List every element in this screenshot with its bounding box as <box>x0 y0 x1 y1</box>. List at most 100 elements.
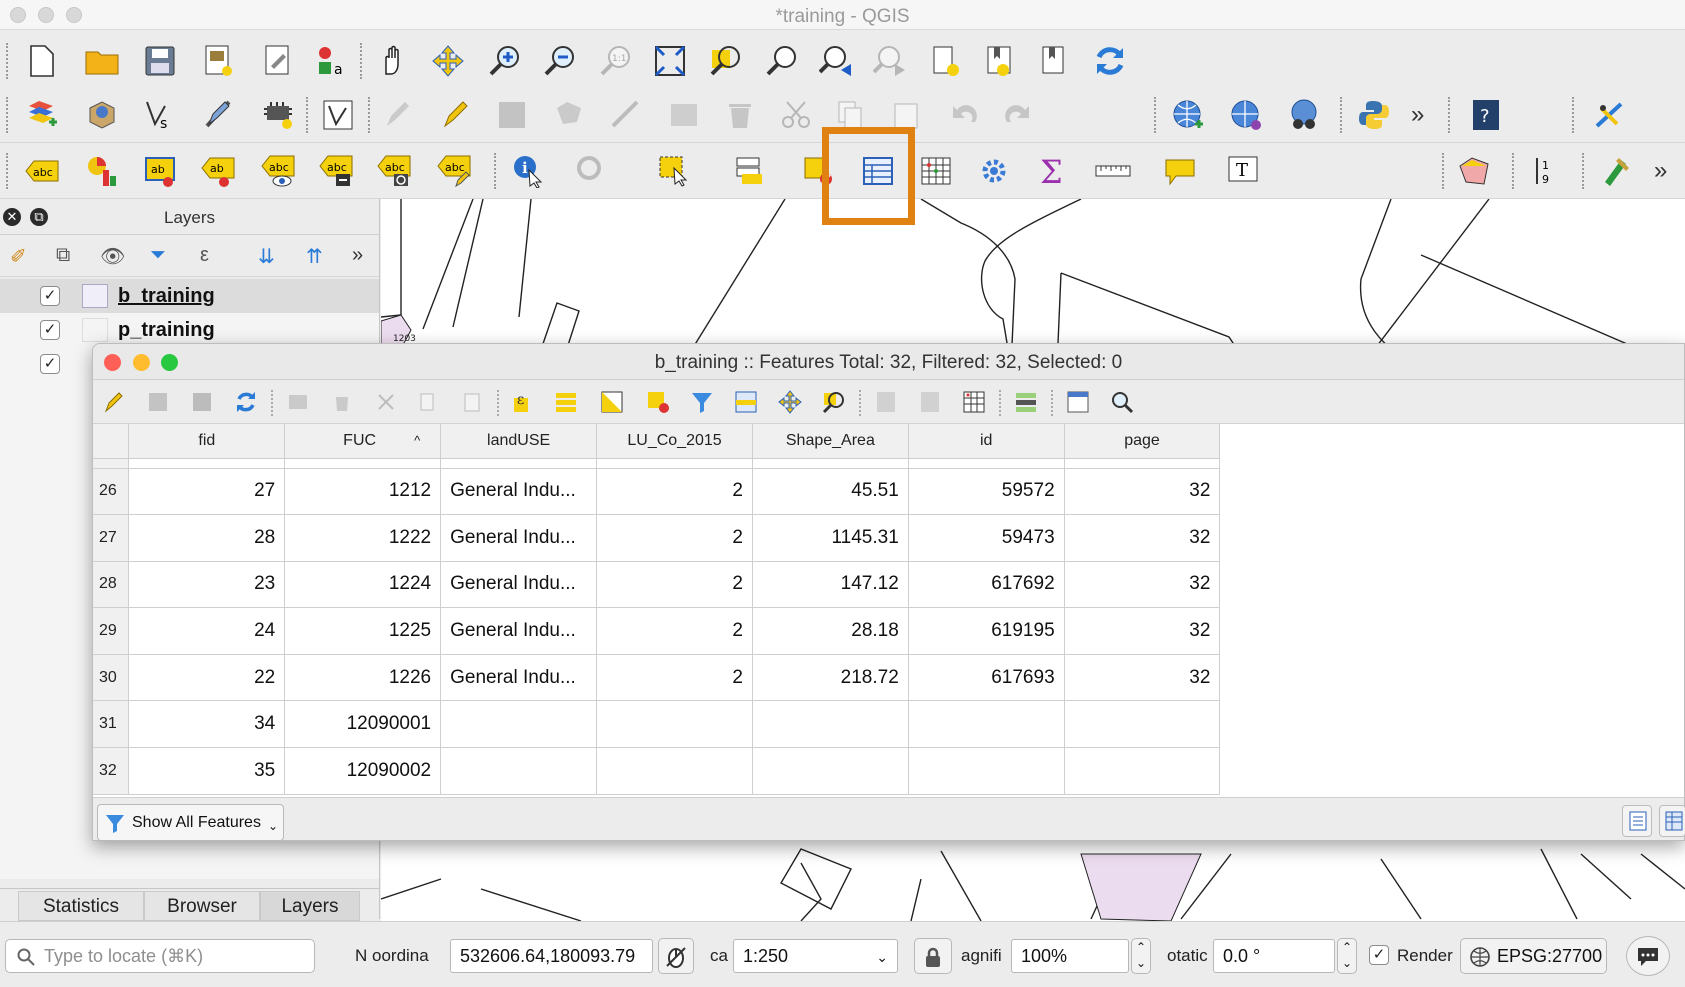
tab-browser[interactable]: Browser <box>144 891 260 921</box>
change-label-icon[interactable]: abc <box>434 151 474 191</box>
save-edits-icon[interactable] <box>189 389 215 415</box>
cell-landuse[interactable] <box>440 747 598 795</box>
table-row[interactable]: 31 34 12090001 <box>93 700 1684 749</box>
spatial-bookmark-icon[interactable] <box>1034 41 1074 81</box>
measure-line-icon[interactable] <box>1094 151 1134 191</box>
rotate-label-icon[interactable]: abc <box>374 151 414 191</box>
new-project-icon[interactable] <box>22 41 62 81</box>
cell-lu-co-2015[interactable]: 2 <box>596 468 753 516</box>
delete-selected-icon[interactable] <box>720 95 760 135</box>
digitize-icon[interactable] <box>318 95 358 135</box>
column-header-shape-area[interactable]: Shape_Area <box>752 424 909 459</box>
statistical-summary-icon[interactable] <box>916 151 956 191</box>
cell-id[interactable]: 617692 <box>908 561 1065 609</box>
invert-selection-icon[interactable] <box>599 389 625 415</box>
cell-lu-co-2015[interactable] <box>596 747 753 795</box>
cell-shape-area[interactable]: 45.51 <box>752 468 909 516</box>
new-bookmark-icon[interactable] <box>926 41 966 81</box>
text-annotation-icon[interactable]: T <box>1226 151 1266 191</box>
cell-id[interactable]: 619195 <box>908 607 1065 655</box>
open-project-icon[interactable] <box>82 41 122 81</box>
form-view-button[interactable] <box>1622 805 1652 837</box>
cell-shape-area[interactable]: 147.12 <box>752 561 909 609</box>
pan-map-icon[interactable] <box>372 41 412 81</box>
toggle-extents-button[interactable] <box>658 938 694 974</box>
style-manager-icon[interactable]: a <box>312 41 352 81</box>
manage-visibility-icon[interactable]: 👁 <box>100 244 125 269</box>
deselect-all-icon[interactable] <box>645 389 671 415</box>
scale-combo[interactable]: 1:250 ⌄ <box>733 939 898 973</box>
select-by-expression-icon[interactable]: ε <box>511 389 537 415</box>
cell-id[interactable] <box>908 747 1065 795</box>
cut-icon[interactable] <box>373 389 399 415</box>
cell-page[interactable]: 32 <box>1064 607 1221 655</box>
cell-page[interactable] <box>1064 700 1221 749</box>
undo-icon[interactable] <box>944 95 984 135</box>
row-header[interactable]: 31 <box>93 700 130 749</box>
delete-field-icon[interactable] <box>917 389 943 415</box>
cell-landuse[interactable]: General Indu... <box>440 561 598 609</box>
cell-fid[interactable]: 34 <box>128 700 286 749</box>
zoom-to-selected-icon[interactable] <box>821 389 847 415</box>
row-header[interactable] <box>93 458 130 469</box>
table-cell[interactable] <box>128 458 286 469</box>
filter-icon[interactable] <box>689 389 715 415</box>
multi-edit-icon[interactable] <box>145 389 171 415</box>
table-row[interactable]: 27 28 1222 General Indu... 2 1145.31 594… <box>93 514 1684 562</box>
column-header-fid[interactable]: fid <box>128 424 286 459</box>
cell-fid[interactable]: 23 <box>128 561 286 609</box>
rotation-field[interactable]: 0.0 ° <box>1213 939 1335 973</box>
zoom-full-icon[interactable] <box>650 41 690 81</box>
cell-fuc[interactable]: 12090001 <box>284 700 442 749</box>
cell-fuc[interactable]: 1224 <box>284 561 442 609</box>
cut-features-icon[interactable] <box>776 95 816 135</box>
layer-diagram-icon[interactable] <box>82 151 122 191</box>
show-statistical-summary-icon[interactable]: Σ <box>1032 151 1072 191</box>
filter-legend-icon[interactable]: ⏷ <box>150 244 166 267</box>
save-layer-edits-icon[interactable] <box>492 95 532 135</box>
cell-shape-area[interactable] <box>752 700 909 749</box>
cell-landuse[interactable]: General Indu... <box>440 468 598 516</box>
pin-labels-icon[interactable]: ab <box>198 151 238 191</box>
cell-landuse[interactable]: General Indu... <box>440 654 598 702</box>
data-source-manager-icon[interactable] <box>22 95 62 135</box>
column-header-id[interactable]: id <box>908 424 1065 459</box>
table-cell[interactable] <box>1064 458 1221 469</box>
cell-lu-co-2015[interactable] <box>596 700 753 749</box>
table-cell[interactable] <box>908 458 1065 469</box>
show-all-features-dropdown[interactable]: Show All Features ⌄ <box>97 804 284 841</box>
dock-window-icon[interactable] <box>1109 389 1135 415</box>
cell-page[interactable] <box>1064 747 1221 795</box>
magnifier-field[interactable]: 100% <box>1011 939 1129 973</box>
column-header-lu-co-2015[interactable]: LU_Co_2015 <box>596 424 753 459</box>
show-hide-labels-icon[interactable]: abc <box>258 151 298 191</box>
toolbar-handle[interactable] <box>6 152 10 189</box>
table-row[interactable]: 26 27 1212 General Indu... 2 45.51 59572… <box>93 468 1684 516</box>
table-row[interactable]: 29 24 1225 General Indu... 2 28.18 61919… <box>93 607 1684 655</box>
add-feature-icon[interactable] <box>285 389 311 415</box>
new-shapefile-icon[interactable]: s <box>140 95 180 135</box>
map-tips-icon[interactable] <box>1160 151 1200 191</box>
quickmapservices-icon[interactable] <box>1284 95 1324 135</box>
table-row[interactable]: 32 35 12090002 <box>93 747 1684 795</box>
row-header[interactable]: 26 <box>93 468 130 516</box>
new-geopackage-icon[interactable] <box>82 95 122 135</box>
cell-lu-co-2015[interactable]: 2 <box>596 561 753 609</box>
cell-fuc[interactable]: 1222 <box>284 514 442 562</box>
column-header-landuse[interactable]: landUSE <box>440 424 598 459</box>
cell-fuc[interactable]: 1226 <box>284 654 442 702</box>
crs-button[interactable]: EPSG:27700 <box>1460 938 1607 974</box>
new-print-layout-icon[interactable] <box>198 41 238 81</box>
zoom-in-icon[interactable] <box>485 41 525 81</box>
row-header[interactable]: 30 <box>93 654 130 702</box>
python-console-icon[interactable] <box>1354 95 1394 135</box>
tab-layers[interactable]: Layers <box>260 891 360 921</box>
table-cell[interactable] <box>440 458 598 469</box>
vertex-editor-icon[interactable] <box>1590 95 1630 135</box>
column-header-page[interactable]: page <box>1064 424 1221 459</box>
conditional-formatting-icon[interactable] <box>1013 389 1039 415</box>
messages-button[interactable] <box>1626 936 1670 976</box>
pan-to-selection-icon[interactable] <box>428 41 468 81</box>
rotation-stepper[interactable]: ⌃ ⌄ <box>1337 938 1357 974</box>
toggle-editing-icon[interactable] <box>378 95 418 135</box>
